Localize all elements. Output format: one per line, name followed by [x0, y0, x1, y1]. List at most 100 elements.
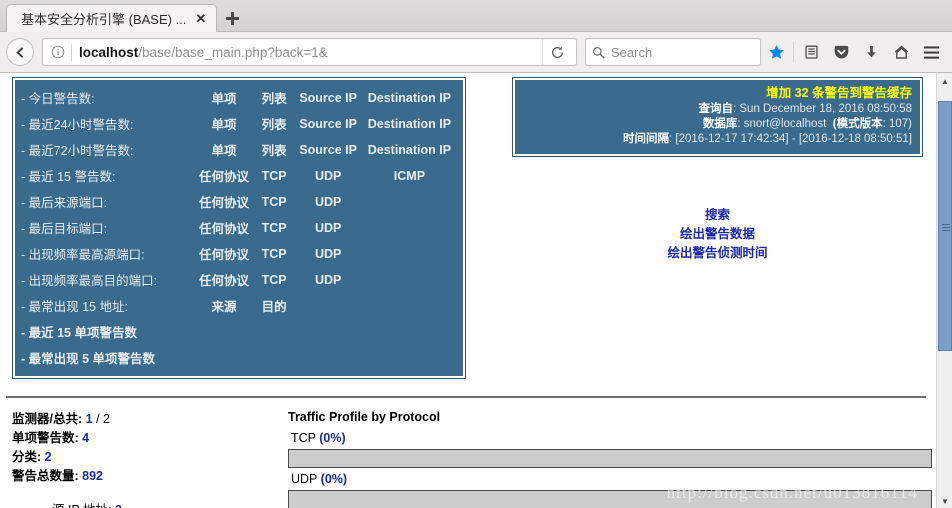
back-button[interactable]: [6, 38, 34, 66]
menu-full-link[interactable]: - 最近 15 单项警告数: [21, 318, 457, 344]
url-text: localhost/base/base_main.php?back=1&: [79, 45, 542, 60]
reload-button[interactable]: [542, 39, 572, 65]
pocket-icon[interactable]: [826, 37, 856, 67]
traffic-profile-chart: Traffic Profile by Protocol TCP (0%) UDP…: [288, 410, 932, 508]
menu-option-link[interactable]: Source IP: [295, 136, 362, 162]
query-info-box: 增加 32 条警告到警告缓存 查询自: Sun December 18, 201…: [512, 77, 923, 157]
table-row: - 最常出现 15 地址: 来源 目的: [21, 292, 457, 318]
stat-categories: 分类: 2: [12, 448, 288, 467]
menu-option-empty: [362, 214, 457, 240]
search-input[interactable]: Search: [585, 38, 761, 66]
menu-option-link[interactable]: 单项: [194, 84, 253, 110]
menu-option-link[interactable]: 来源: [194, 292, 253, 318]
stat-label: 分类:: [12, 450, 42, 464]
hamburger-menu-icon[interactable]: [916, 37, 946, 67]
ip-stats-list: 源 IP 地址: 3 目标 IP 地址: 8 单项 IP 连接 9: [12, 500, 288, 508]
menu-option-link[interactable]: 任何协议: [194, 214, 253, 240]
menu-option-link[interactable]: Destination IP: [362, 136, 457, 162]
menu-option-link[interactable]: TCP: [254, 162, 295, 188]
graph-alert-data-link[interactable]: 绘出警告数据: [513, 225, 922, 244]
queried-on-value: : Sun December 18, 2016 08:50:58: [732, 103, 912, 115]
scrollbar-grip: [942, 222, 950, 233]
scroll-up-button[interactable]: ▲: [937, 73, 952, 89]
menu-option-link[interactable]: TCP: [254, 240, 295, 266]
row-label: - 最后来源端口:: [21, 196, 108, 210]
protocol-name[interactable]: UDP: [291, 472, 317, 486]
info-icon[interactable]: [49, 43, 67, 61]
menu-option-link[interactable]: 列表: [254, 136, 295, 162]
table-row: - 出现频率最高源端口: 任何协议 TCP UDP: [21, 240, 457, 266]
bookmark-star-icon: [768, 44, 784, 59]
table-row: - 今日警告数: 单项 列表 Source IP Destination IP: [21, 84, 457, 110]
menu-option-link[interactable]: UDP: [295, 188, 362, 214]
menu-option-link[interactable]: 单项: [194, 110, 253, 136]
tab-title: 基本安全分析引擎 (BASE) ...: [21, 12, 187, 27]
menu-option-link[interactable]: 目的: [254, 292, 295, 318]
menu-full-link[interactable]: - 最常出现 5 单项警告数: [21, 344, 457, 370]
queried-on-line: 查询自: Sun December 18, 2016 08:50:58: [523, 102, 912, 117]
stat-value[interactable]: 892: [82, 469, 103, 483]
menu-option-link[interactable]: 任何协议: [194, 240, 253, 266]
page-content: - 今日警告数: 单项 列表 Source IP Destination IP …: [0, 73, 952, 508]
table-row: - 出现频率最高目的端口: 任何协议 TCP UDP: [21, 266, 457, 292]
protocol-label: UDP (0%): [291, 472, 932, 486]
protocol-block-tcp: TCP (0%): [288, 431, 932, 468]
menu-option-link[interactable]: Destination IP: [362, 84, 457, 110]
browser-tab[interactable]: 基本安全分析引擎 (BASE) ... ✕: [6, 4, 218, 32]
menu-option-link[interactable]: 任何协议: [194, 266, 253, 292]
sensor-stats: 监测器/总共: 1 / 2 单项警告数: 4 分类: 2 警告总数量: 892: [12, 410, 288, 508]
table-row: - 最后目标端口: 任何协议 TCP UDP: [21, 214, 457, 240]
ip-stat-value[interactable]: 3: [115, 503, 122, 508]
home-icon[interactable]: [886, 37, 916, 67]
search-link[interactable]: 搜索: [513, 206, 922, 225]
menu-option-link[interactable]: Source IP: [295, 110, 362, 136]
stat-label: 监测器/总共:: [12, 412, 83, 426]
page-scrollbar[interactable]: ▲ ▼: [936, 73, 952, 508]
menu-option-link[interactable]: 列表: [254, 84, 295, 110]
search-icon: [593, 46, 605, 58]
stat-value[interactable]: 2: [45, 450, 52, 464]
menu-option-link[interactable]: 列表: [254, 110, 295, 136]
menu-option-link[interactable]: TCP: [254, 188, 295, 214]
stat-value[interactable]: 4: [82, 431, 89, 445]
menu-option-link[interactable]: 单项: [194, 136, 253, 162]
graph-alert-detection-time-link[interactable]: 绘出警告侦测时间: [513, 244, 922, 263]
schema-value: : 107): [882, 118, 912, 130]
stat-value[interactable]: 1: [86, 412, 93, 426]
download-icon[interactable]: [856, 37, 886, 67]
browser-chrome: 基本安全分析引擎 (BASE) ... ✕ localhost/base/bas…: [0, 0, 952, 73]
library-icon[interactable]: [796, 37, 826, 67]
menu-option-link[interactable]: 任何协议: [194, 162, 253, 188]
ip-stat-label: 源 IP 地址:: [52, 503, 112, 508]
menu-option-link[interactable]: TCP: [254, 214, 295, 240]
menu-option-link[interactable]: Destination IP: [362, 110, 457, 136]
url-separator: [71, 43, 72, 61]
menu-option-link[interactable]: Source IP: [295, 84, 362, 110]
url-bar[interactable]: localhost/base/base_main.php?back=1&: [42, 38, 577, 66]
menu-option-link[interactable]: UDP: [295, 266, 362, 292]
menu-option-link[interactable]: 任何协议: [194, 188, 253, 214]
url-host: localhost: [79, 44, 139, 60]
menu-option-link[interactable]: UDP: [295, 240, 362, 266]
page-scroll-area: - 今日警告数: 单项 列表 Source IP Destination IP …: [0, 73, 936, 508]
protocol-bar-track: [288, 449, 932, 468]
search-placeholder: Search: [611, 44, 653, 60]
table-row: - 最近24小时警告数: 单项 列表 Source IP Destination…: [21, 110, 457, 136]
close-icon[interactable]: ✕: [195, 12, 206, 25]
row-label: - 最近 15 警告数:: [21, 170, 116, 184]
navigation-toolbar: localhost/base/base_main.php?back=1& Sea…: [0, 32, 952, 72]
scrollbar-thumb[interactable]: [938, 101, 952, 351]
menu-option-link[interactable]: ICMP: [362, 162, 457, 188]
protocol-name[interactable]: TCP: [291, 431, 316, 445]
stat-label: 单项警告数:: [12, 431, 79, 445]
menu-option-link[interactable]: TCP: [254, 266, 295, 292]
protocol-label: TCP (0%): [291, 431, 932, 445]
menu-option-link[interactable]: UDP: [295, 162, 362, 188]
scroll-down-button[interactable]: ▼: [937, 493, 952, 508]
menu-option-link[interactable]: UDP: [295, 214, 362, 240]
row-label: - 出现频率最高目的端口:: [21, 274, 158, 288]
menu-option-empty: [362, 188, 457, 214]
menu-option-empty: [362, 292, 457, 318]
new-tab-icon[interactable]: [217, 5, 247, 31]
star-icon[interactable]: [761, 37, 791, 67]
